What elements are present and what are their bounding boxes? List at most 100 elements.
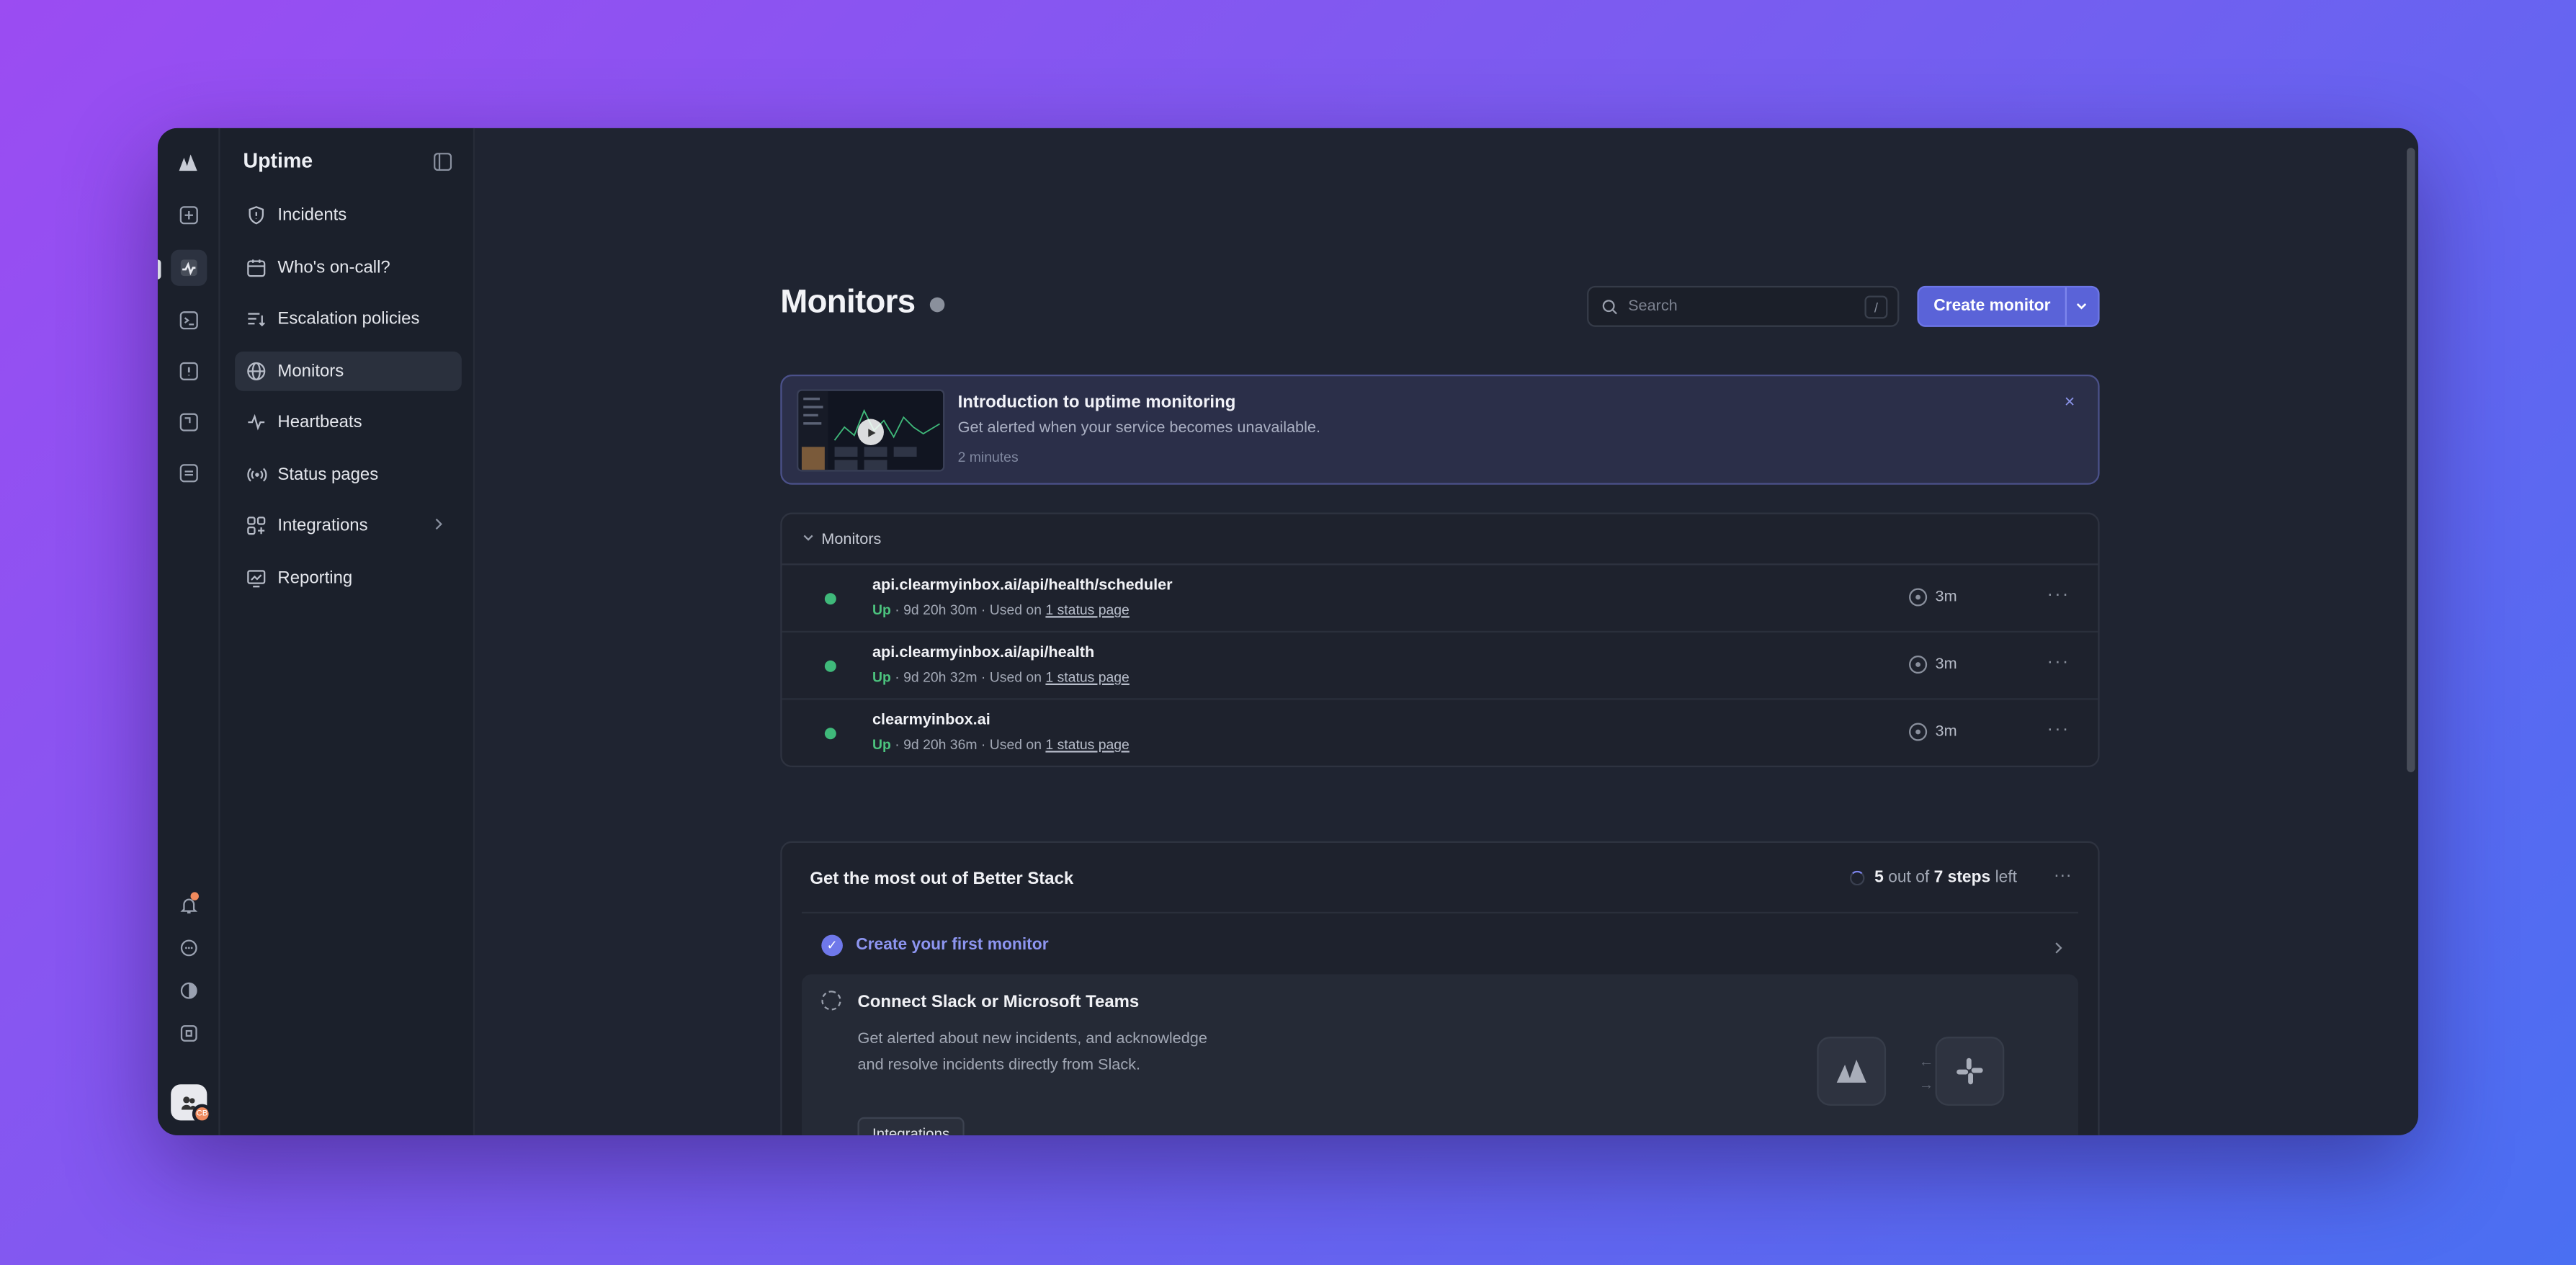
- more-options-icon[interactable]: ···: [2047, 652, 2070, 671]
- chart-icon: [245, 566, 268, 589]
- table-row[interactable]: api.clearmyinbox.ai/api/health/scheduler…: [782, 566, 2098, 633]
- dashboards-icon[interactable]: [171, 404, 207, 440]
- step-label: Create your first monitor: [856, 935, 1049, 954]
- notification-badge: [190, 892, 199, 900]
- status-page-link[interactable]: 1 status page: [1045, 669, 1129, 685]
- divider: [801, 911, 2078, 914]
- promo-subtitle: Get alerted when your service becomes un…: [957, 419, 1320, 437]
- calendar-icon: [245, 256, 268, 279]
- better-stack-logo-icon: [1817, 1037, 1887, 1106]
- video-thumbnail[interactable]: [797, 389, 945, 472]
- more-options-icon[interactable]: ···: [2047, 585, 2070, 604]
- chevron-right-icon: [432, 516, 445, 537]
- status-page-link[interactable]: 1 status page: [1045, 602, 1129, 618]
- info-icon[interactable]: [929, 297, 945, 313]
- sidebar-nav: Incidents Who's on-call? Escalation poli…: [235, 195, 462, 609]
- search-input[interactable]: [1628, 297, 1842, 316]
- onboarding-checklist: Get the most out of Better Stack 5 out o…: [780, 841, 2100, 1135]
- sidebar-item-label: Monitors: [277, 360, 344, 380]
- sidebar-item-reporting[interactable]: Reporting: [235, 558, 462, 597]
- sidebar: Uptime Incidents Who's on-call? Escalati…: [220, 128, 475, 1135]
- frequency-icon: [1909, 723, 1928, 741]
- out-of-text: out of: [1888, 869, 1930, 888]
- uptime-icon[interactable]: [171, 249, 207, 286]
- check-icon: ✓: [821, 934, 843, 956]
- search-box[interactable]: /: [1587, 285, 1900, 327]
- chevron-down-icon: [802, 529, 815, 547]
- new-icon[interactable]: [171, 197, 207, 233]
- slack-logo-icon: [1935, 1037, 2005, 1106]
- status-up-icon: [824, 660, 836, 672]
- used-on-text: Used on: [989, 601, 1042, 618]
- checklist-title: Get the most out of Better Stack: [810, 869, 1074, 889]
- status-text: Up: [872, 736, 891, 753]
- chat-icon[interactable]: [171, 930, 207, 966]
- settings-swap-icon[interactable]: [171, 455, 207, 491]
- table-row[interactable]: clearmyinbox.ai Up · 9d 20h 36m · Used o…: [782, 700, 2098, 768]
- product-rail: CB: [157, 128, 220, 1135]
- sidebar-item-label: Integrations: [277, 516, 368, 536]
- close-icon[interactable]: ×: [2065, 393, 2075, 412]
- status-page-link[interactable]: 1 status page: [1045, 736, 1129, 753]
- used-on-text: Used on: [989, 669, 1042, 686]
- search-icon: [1602, 299, 1617, 314]
- page-title: Monitors: [780, 284, 916, 321]
- status-up-icon: [824, 728, 836, 740]
- avatar-badge: CB: [192, 1104, 213, 1124]
- broadcast-icon: [245, 462, 268, 486]
- scrollbar-thumb[interactable]: [2407, 148, 2415, 772]
- create-monitor-button[interactable]: Create monitor: [1917, 285, 2100, 327]
- sidebar-item-escalation-policies[interactable]: Escalation policies: [235, 299, 462, 339]
- check-frequency: 3m: [1909, 588, 1957, 607]
- app-window: CB Uptime Incidents Who's on-call? Escal…: [157, 128, 2419, 1135]
- more-options-icon[interactable]: ···: [2054, 866, 2072, 885]
- monitors-group-header[interactable]: Monitors: [782, 514, 2098, 566]
- sidebar-item-on-call[interactable]: Who's on-call?: [235, 247, 462, 287]
- integrations-button[interactable]: Integrations: [857, 1117, 965, 1135]
- sidebar-item-integrations[interactable]: Integrations: [235, 506, 462, 545]
- step-completed[interactable]: ✓ Create your first monitor: [802, 921, 2078, 967]
- button-divider: [2065, 287, 2067, 326]
- grid-plus-icon: [245, 514, 268, 537]
- frequency-text: 3m: [1935, 655, 1957, 674]
- theme-icon[interactable]: [171, 973, 207, 1009]
- group-label: Monitors: [821, 529, 882, 548]
- status-text: Up: [872, 601, 891, 618]
- collapse-sidebar-icon[interactable]: [434, 150, 453, 171]
- logs-icon[interactable]: [171, 303, 207, 339]
- sidebar-item-label: Who's on-call?: [277, 256, 390, 277]
- frequency-text: 3m: [1935, 588, 1957, 607]
- sidebar-item-label: Incidents: [277, 205, 347, 225]
- logo-icon[interactable]: [171, 145, 207, 181]
- sidebar-item-monitors[interactable]: Monitors: [235, 350, 462, 390]
- main-content: Monitors / Create monitor: [475, 128, 2418, 1135]
- table-row[interactable]: api.clearmyinbox.ai/api/health Up · 9d 2…: [782, 632, 2098, 700]
- monitor-url[interactable]: clearmyinbox.ai: [872, 711, 990, 729]
- more-options-icon[interactable]: ···: [2047, 720, 2070, 739]
- command-icon[interactable]: [171, 1015, 207, 1051]
- errors-icon[interactable]: [171, 353, 207, 389]
- monitor-url[interactable]: api.clearmyinbox.ai/api/health: [872, 644, 1094, 662]
- play-icon[interactable]: [857, 419, 884, 446]
- check-frequency: 3m: [1909, 655, 1957, 674]
- used-on-text: Used on: [989, 736, 1042, 753]
- sidebar-item-incidents[interactable]: Incidents: [235, 195, 462, 235]
- status-text: Up: [872, 669, 891, 686]
- bell-icon[interactable]: [171, 888, 207, 924]
- steps-total: 7 steps: [1933, 869, 1991, 888]
- sidebar-item-label: Escalation policies: [277, 308, 420, 329]
- shield-alert-icon: [245, 204, 268, 227]
- step-title: Connect Slack or Microsoft Teams: [857, 992, 1140, 1012]
- frequency-icon: [1909, 655, 1928, 674]
- monitor-url[interactable]: api.clearmyinbox.ai/api/health/scheduler: [872, 576, 1173, 594]
- progress-ring-icon: [1849, 870, 1865, 886]
- sidebar-item-heartbeats[interactable]: Heartbeats: [235, 403, 462, 442]
- monitor-meta: Up · 9d 20h 30m · Used on 1 status page: [872, 601, 1130, 618]
- step-description: Get alerted about new incidents, and ack…: [857, 1029, 1207, 1075]
- chevron-down-icon[interactable]: [2075, 299, 2088, 317]
- sidebar-item-label: Status pages: [277, 464, 379, 484]
- list-sort-icon: [245, 307, 268, 330]
- sidebar-item-status-pages[interactable]: Status pages: [235, 455, 462, 494]
- checklist-progress: 5 out of 7 steps left: [1849, 869, 2017, 888]
- intro-video-banner[interactable]: Introduction to uptime monitoring Get al…: [780, 374, 2100, 485]
